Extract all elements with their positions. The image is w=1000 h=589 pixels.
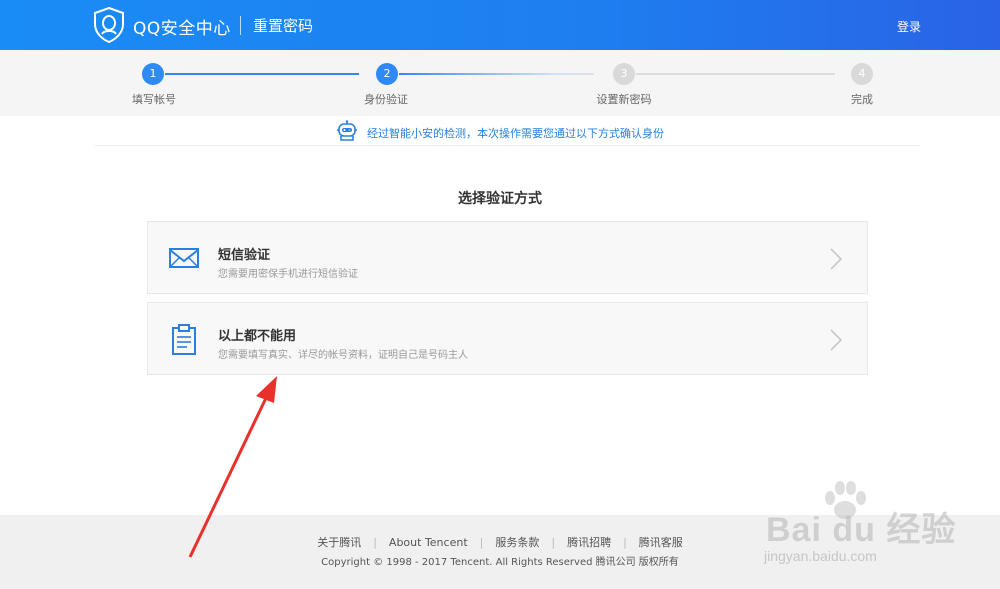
option-description: 您需要填写真实、详尽的帐号资料，证明自己是号码主人 (218, 350, 468, 361)
step-3-circle: 3 (613, 63, 635, 85)
clipboard-icon (172, 324, 196, 355)
shield-logo-icon[interactable] (93, 7, 125, 43)
step-1-label: 填写帐号 (132, 93, 176, 106)
footer-links: 关于腾讯 | About Tencent | 服务条款 | 腾讯招聘 | 腾讯客服 (0, 534, 1000, 550)
step-connector-2 (399, 73, 594, 75)
security-notice: 经过智能小安的检测，本次操作需要您通过以下方式确认身份 (95, 116, 920, 146)
step-3-label: 设置新密码 (596, 93, 652, 106)
robot-icon (337, 120, 357, 141)
step-4-circle: 4 (851, 63, 873, 85)
none-available-option[interactable]: 以上都不能用 您需要填写真实、详尽的帐号资料，证明自己是号码主人 (147, 302, 868, 375)
chevron-right-icon (830, 248, 843, 270)
step-2-circle: 2 (376, 63, 398, 85)
footer-link-about[interactable]: 关于腾讯 (305, 536, 373, 549)
chevron-right-icon (830, 329, 843, 351)
page-footer: 关于腾讯 | About Tencent | 服务条款 | 腾讯招聘 | 腾讯客服 Copyri… (0, 515, 1000, 589)
step-connector-1 (165, 73, 359, 75)
step-1-circle: 1 (142, 63, 164, 85)
login-link[interactable]: 登录 (897, 18, 921, 35)
step-2-label: 身份验证 (364, 93, 408, 106)
copyright-text: Copyright © 1998 - 2017 Tencent. All Rig… (321, 557, 679, 568)
footer-link-support[interactable]: 腾讯客服 (627, 536, 695, 549)
top-header: QQ安全中心 重置密码 登录 (0, 0, 1000, 50)
envelope-icon (169, 248, 199, 268)
step-connector-3 (636, 73, 835, 75)
brand-title[interactable]: QQ安全中心 (133, 14, 231, 39)
sms-verification-option[interactable]: 短信验证 您需要用密保手机进行短信验证 (147, 221, 868, 294)
footer-link-about-en[interactable]: About Tencent (377, 536, 480, 549)
footer-link-terms[interactable]: 服务条款 (483, 536, 551, 549)
notice-text: 经过智能小安的检测，本次操作需要您通过以下方式确认身份 (367, 127, 664, 140)
option-description: 您需要用密保手机进行短信验证 (218, 269, 358, 280)
progress-steps: 1 填写帐号 2 身份验证 3 设置新密码 4 完成 (0, 50, 1000, 116)
page-subtitle: 重置密码 (253, 17, 314, 35)
option-title: 短信验证 (218, 248, 271, 263)
step-4-label: 完成 (851, 93, 873, 106)
header-divider (240, 16, 241, 35)
option-title: 以上都不能用 (218, 329, 297, 344)
section-title: 选择验证方式 (458, 191, 542, 207)
footer-link-jobs[interactable]: 腾讯招聘 (555, 536, 623, 549)
